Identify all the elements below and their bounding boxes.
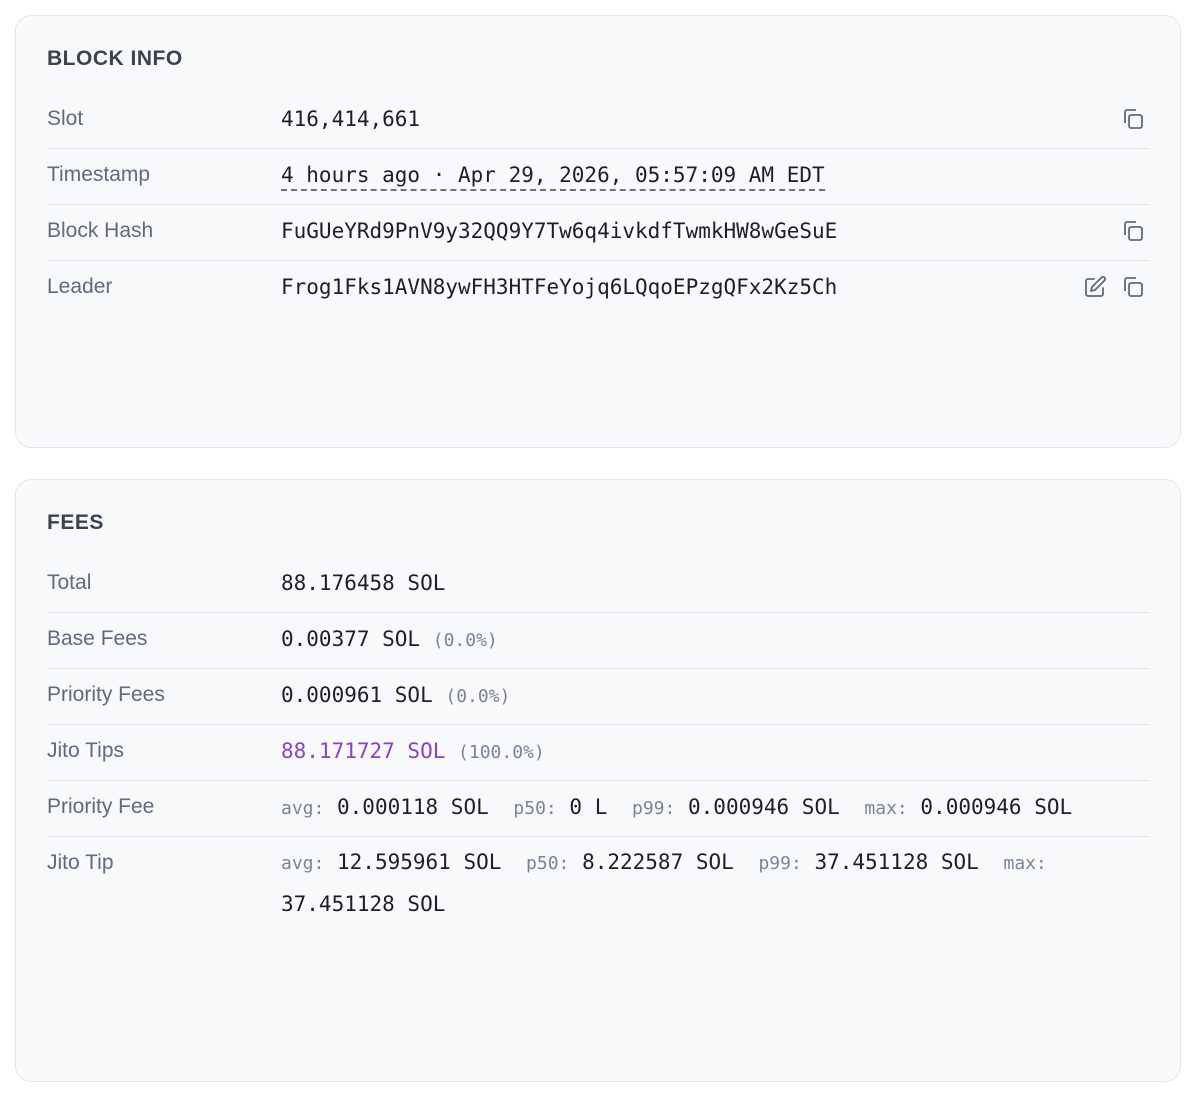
jito-tips-label: Jito Tips [47, 739, 125, 762]
priority-fee-stats: avg: 0.000118 SOL p50: 0 L p99: 0.000946… [281, 795, 1072, 819]
priority-fees-row: Priority Fees 0.000961 SOL (0.0%) [47, 669, 1149, 725]
priority-fee-stats-label: Priority Fee [47, 795, 155, 818]
copy-icon[interactable] [1121, 107, 1145, 131]
block-hash-value: FuGUeYRd9PnV9y32QQ9Y7Tw6q4ivkdfTwmkHW8wG… [281, 219, 838, 243]
block-hash-row: Block Hash FuGUeYRd9PnV9y32QQ9Y7Tw6q4ivk… [47, 205, 1149, 261]
priority-fee-p50: 0 L [569, 795, 608, 819]
leader-label: Leader [47, 275, 113, 298]
timestamp-value[interactable]: 4 hours ago · Apr 29, 2026, 05:57:09 AM … [281, 163, 825, 191]
total-label: Total [47, 571, 92, 594]
block-info-rows: Slot 416,414,661 Timestamp 4 hours ago ·… [47, 93, 1149, 317]
base-fees-row: Base Fees 0.00377 SOL (0.0%) [47, 613, 1149, 669]
block-info-title: BLOCK INFO [47, 47, 183, 70]
slot-value: 416,414,661 [281, 107, 421, 131]
leader-value: Frog1Fks1AVN8ywFH3HTFeYojq6LQqoEPzgQFx2K… [281, 275, 838, 299]
priority-fees-label: Priority Fees [47, 683, 165, 706]
jito-tips-row: Jito Tips 88.171727 SOL (100.0%) [47, 725, 1149, 781]
base-fees-value: 0.00377 SOL [281, 627, 421, 651]
total-value: 88.176458 SOL [281, 571, 446, 595]
jito-tip-avg: 12.595961 SOL [337, 850, 502, 874]
timestamp-row: Timestamp 4 hours ago · Apr 29, 2026, 05… [47, 149, 1149, 205]
jito-tips-value: 88.171727 SOL [281, 739, 446, 763]
jito-tip-p50: 8.222587 SOL [582, 850, 734, 874]
priority-fee-stats-row: Priority Fee avg: 0.000118 SOL p50: 0 L … [47, 781, 1149, 837]
slot-label: Slot [47, 107, 84, 130]
priority-fee-p99: 0.000946 SOL [688, 795, 840, 819]
priority-fee-p99-label: p99: [632, 798, 676, 819]
total-row: Total 88.176458 SOL [47, 557, 1149, 613]
jito-tip-p99-label: p99: [758, 853, 802, 874]
fees-rows: Total 88.176458 SOL Base Fees 0.00377 SO… [47, 557, 1149, 937]
timestamp-label: Timestamp [47, 163, 151, 186]
priority-fees-value: 0.000961 SOL [281, 683, 433, 707]
block-hash-label: Block Hash [47, 219, 154, 242]
jito-tips-percent: (100.0%) [458, 742, 545, 763]
jito-tip-stats-label: Jito Tip [47, 851, 114, 874]
jito-tip-max: 37.451128 SOL [281, 892, 446, 916]
base-fees-percent: (0.0%) [432, 630, 498, 651]
jito-tip-stats: avg: 12.595961 SOL p50: 8.222587 SOL p99… [281, 842, 1149, 925]
fees-card: FEES Total 88.176458 SOL Base Fees 0.003… [15, 479, 1181, 1082]
jito-tip-avg-label: avg: [281, 853, 325, 874]
jito-tip-max-label: max: [1003, 853, 1047, 874]
base-fees-label: Base Fees [47, 627, 148, 650]
fees-title: FEES [47, 511, 104, 534]
jito-tip-p99: 37.451128 SOL [814, 850, 979, 874]
copy-icon[interactable] [1121, 275, 1145, 299]
priority-fees-percent: (0.0%) [445, 686, 511, 707]
slot-row: Slot 416,414,661 [47, 93, 1149, 149]
priority-fee-p50-label: p50: [513, 798, 557, 819]
copy-icon[interactable] [1121, 219, 1145, 243]
priority-fee-avg-label: avg: [281, 798, 325, 819]
priority-fee-max: 0.000946 SOL [920, 795, 1073, 819]
block-info-card: BLOCK INFO Slot 416,414,661 Timestamp 4 … [15, 15, 1181, 448]
jito-tip-p50-label: p50: [526, 853, 570, 874]
edit-icon[interactable] [1083, 275, 1107, 299]
priority-fee-avg: 0.000118 SOL [337, 795, 489, 819]
leader-row: Leader Frog1Fks1AVN8ywFH3HTFeYojq6LQqoEP… [47, 261, 1149, 317]
jito-tip-stats-row: Jito Tip avg: 12.595961 SOL p50: 8.22258… [47, 837, 1149, 937]
priority-fee-max-label: max: [864, 798, 908, 819]
